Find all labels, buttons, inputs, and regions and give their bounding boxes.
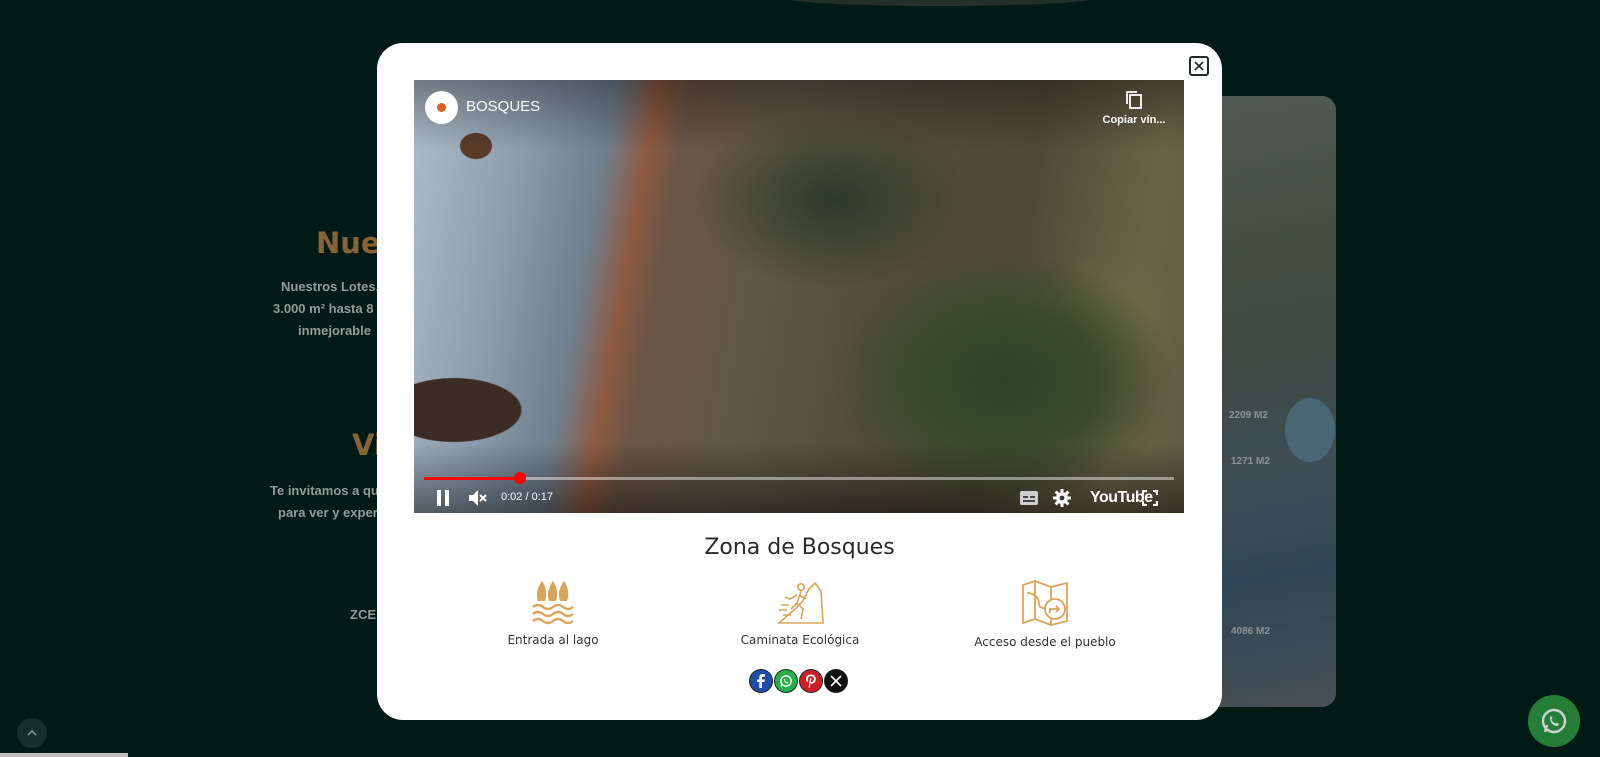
- progress-bar[interactable]: [424, 472, 1174, 484]
- lake-entrance-icon: [532, 581, 574, 625]
- feature-town-access: Acceso desde el pueblo: [945, 579, 1145, 649]
- feature-eco-walk: Caminata Ecológica: [700, 579, 900, 647]
- muted-volume-icon: [469, 490, 487, 506]
- feature-label: Caminata Ecológica: [740, 633, 860, 647]
- copy-icon: [1126, 91, 1142, 109]
- share-facebook-button[interactable]: [749, 669, 773, 693]
- video-player[interactable]: BOSQUES Copiar vín... 0:02 / 0:17 YouTub…: [414, 80, 1184, 513]
- gear-icon: [1053, 489, 1071, 507]
- facebook-icon: [757, 674, 765, 688]
- pinterest-icon: [806, 674, 816, 688]
- feature-label: Acceso desde el pueblo: [974, 635, 1116, 649]
- progress-scrubber[interactable]: [514, 472, 526, 484]
- copy-link-button[interactable]: Copiar vín...: [1094, 90, 1174, 126]
- share-buttons: [749, 669, 848, 693]
- map-route-icon: [1022, 580, 1068, 626]
- x-icon: [830, 675, 842, 687]
- share-pinterest-button[interactable]: [799, 669, 823, 693]
- pause-button[interactable]: [432, 483, 454, 513]
- subtitles-icon: [1020, 491, 1038, 505]
- mute-button[interactable]: [466, 483, 490, 513]
- close-button[interactable]: [1189, 56, 1209, 76]
- feature-lake-entrance: Entrada al lago: [453, 579, 653, 647]
- modal-title: Zona de Bosques: [704, 535, 895, 560]
- close-icon: [1194, 61, 1204, 71]
- share-x-button[interactable]: [824, 669, 848, 693]
- subtitles-button[interactable]: [1017, 483, 1041, 513]
- hiking-icon: [776, 581, 824, 624]
- time-display: 0:02 / 0:17: [501, 491, 553, 503]
- share-whatsapp-button[interactable]: [774, 669, 798, 693]
- fullscreen-icon: [1142, 490, 1158, 506]
- copy-link-label: Copiar vín...: [1102, 114, 1166, 126]
- progress-fill: [424, 477, 520, 480]
- pause-icon: [437, 490, 449, 506]
- settings-button[interactable]: [1050, 483, 1074, 513]
- channel-logo-icon: [437, 103, 446, 112]
- feature-label: Entrada al lago: [507, 633, 599, 647]
- video-title[interactable]: BOSQUES: [466, 98, 540, 115]
- fullscreen-button[interactable]: [1138, 483, 1162, 513]
- whatsapp-icon: [780, 675, 792, 687]
- channel-avatar[interactable]: [425, 91, 458, 124]
- zone-modal: BOSQUES Copiar vín... 0:02 / 0:17 YouTub…: [377, 43, 1222, 720]
